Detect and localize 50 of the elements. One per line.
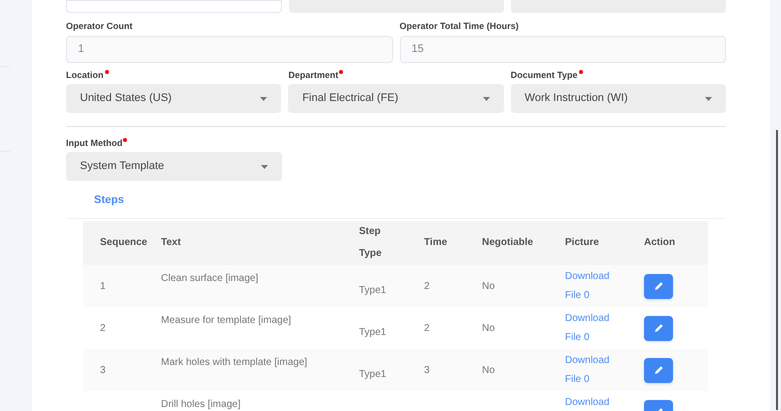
download-link[interactable]: Download File 0	[565, 309, 617, 347]
input-field[interactable]: 1	[66, 36, 392, 63]
caret-icon	[704, 96, 712, 100]
dropdown[interactable]: Work Instruction (WI)	[510, 84, 726, 113]
download-link[interactable]: Download File 0	[565, 267, 617, 305]
column-header: Picture	[565, 237, 599, 248]
caret-icon	[482, 96, 490, 100]
edit-button[interactable]	[644, 316, 673, 340]
table-cell: Mark holes with template [image]	[161, 357, 308, 368]
pencil-icon	[654, 365, 664, 375]
pencil-icon	[654, 323, 664, 333]
caret-icon	[260, 96, 268, 100]
column-header: Time	[424, 237, 448, 248]
dropdown[interactable]: Final Electrical (FE)	[288, 84, 504, 113]
table-cell: 3	[100, 364, 106, 376]
column-header: Negotiable	[482, 237, 534, 248]
edit-button[interactable]	[644, 274, 673, 298]
edit-button[interactable]	[644, 358, 673, 382]
dropdown[interactable]: System Template	[66, 152, 282, 181]
field-label: Input Method	[66, 137, 122, 150]
table-cell: 2	[100, 322, 106, 334]
table-cell: Type1	[359, 284, 386, 296]
table-cell: 2	[424, 322, 430, 334]
table-cell: Type1	[359, 368, 386, 380]
table-cell: No	[482, 280, 495, 292]
table-cell: Type1	[359, 326, 386, 338]
dropdown[interactable]: United States (US)	[66, 84, 282, 113]
column-header: Text	[161, 237, 181, 248]
caret-icon	[261, 164, 268, 168]
field-label: Operator Total Time (Hours)	[400, 20, 519, 33]
input-field[interactable]: 15	[400, 36, 726, 63]
pencil-icon	[654, 281, 664, 291]
table-cell: Measure for template [image]	[161, 315, 292, 326]
column-header: Sequence	[100, 237, 148, 248]
table-cell: Clean surface [image]	[161, 273, 258, 284]
download-link[interactable]: Download	[565, 393, 617, 411]
table-cell: 2	[424, 280, 430, 292]
download-link[interactable]: Download File 0	[565, 351, 617, 389]
table-cell: No	[482, 322, 495, 334]
table-cell: 1	[100, 280, 106, 292]
column-header: Action	[644, 237, 676, 248]
table-cell: Drill holes [image]	[161, 399, 240, 410]
field-label: Location	[66, 69, 104, 82]
section-title: Steps	[94, 193, 124, 208]
table-cell: No	[482, 364, 495, 376]
table-cell: 3	[424, 364, 430, 376]
field-label: Department	[288, 69, 338, 82]
column-header: Step Type	[359, 225, 383, 261]
field-label: Operator Count	[66, 20, 132, 33]
field-label: Document Type	[510, 69, 578, 82]
